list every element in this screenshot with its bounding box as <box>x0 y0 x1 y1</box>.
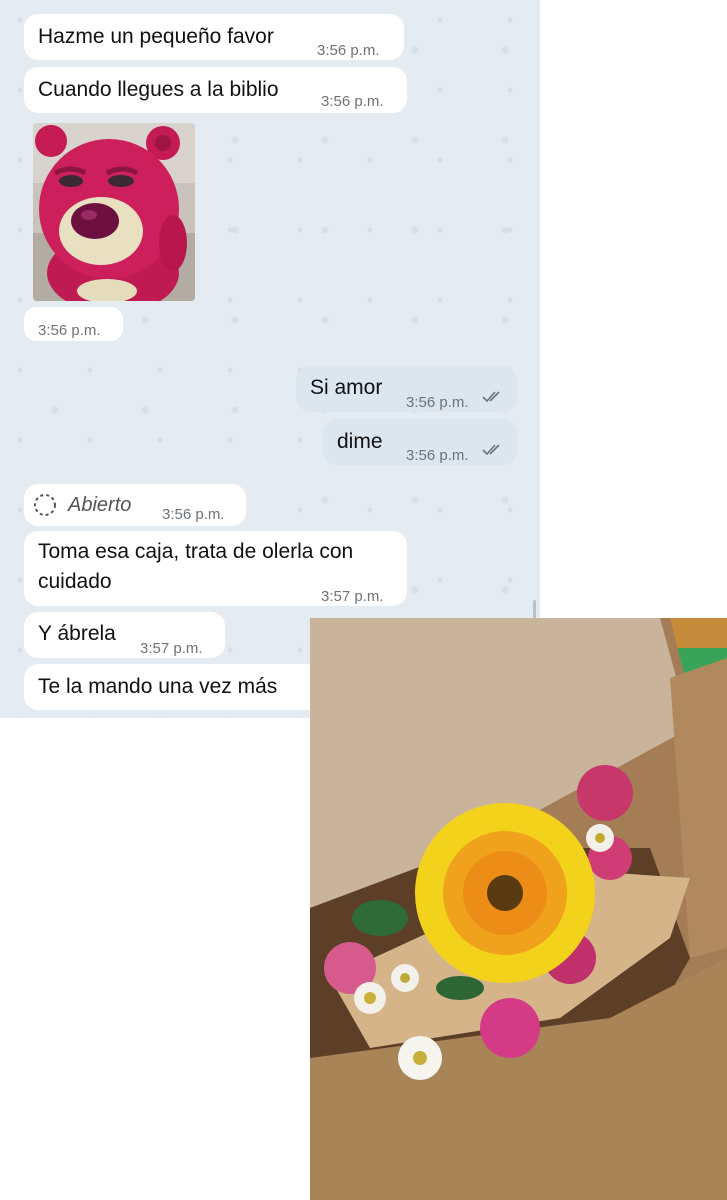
message-text: Hazme un pequeño favor <box>38 25 274 48</box>
flower-box-photo <box>310 618 727 1200</box>
double-check-icon <box>482 444 500 456</box>
message-time: 3:57 p.m. <box>140 640 203 657</box>
bear-sticker-image <box>33 123 195 301</box>
message-text: Te la mando una vez más <box>38 675 278 698</box>
message-time: 3:56 p.m. <box>406 447 469 464</box>
double-check-icon <box>482 391 500 403</box>
message-text: Si amor <box>310 376 383 399</box>
message-time: 3:56 p.m. <box>38 322 101 339</box>
message-text: Cuando llegues a la biblio <box>38 78 279 101</box>
incoming-message[interactable]: Te la mando una vez más <box>24 664 324 710</box>
sticker-time-badge: 3:56 p.m. <box>24 307 123 341</box>
view-once-message[interactable]: Abierto 3:56 p.m. <box>24 484 246 526</box>
message-text-line-2: cuidado <box>38 570 112 593</box>
sunflower <box>415 803 595 983</box>
incoming-message[interactable]: Y ábrela 3:57 p.m. <box>24 612 225 658</box>
message-text: Y ábrela <box>38 622 116 645</box>
flower-box-image <box>310 618 727 1200</box>
message-time: 3:56 p.m. <box>317 42 380 59</box>
incoming-message[interactable]: Cuando llegues a la biblio 3:56 p.m. <box>24 67 407 113</box>
message-time: 3:57 p.m. <box>321 588 384 605</box>
view-once-opened-icon <box>34 494 56 516</box>
outgoing-message[interactable]: Si amor 3:56 p.m. <box>296 366 517 412</box>
chat-background: Hazme un pequeño favor 3:56 p.m. Cuando … <box>0 0 540 718</box>
lotso-bear-sticker[interactable] <box>33 123 195 301</box>
outgoing-message[interactable]: dime 3:56 p.m. <box>323 419 517 465</box>
incoming-message[interactable]: Toma esa caja, trata de olerla con cuida… <box>24 531 407 606</box>
message-time: 3:56 p.m. <box>162 506 225 523</box>
message-time: 3:56 p.m. <box>406 394 469 411</box>
message-text-line-1: Toma esa caja, trata de olerla con <box>38 540 354 563</box>
message-time: 3:56 p.m. <box>321 93 384 110</box>
message-text: Abierto <box>68 494 132 516</box>
message-text: dime <box>337 430 383 453</box>
incoming-message[interactable]: Hazme un pequeño favor 3:56 p.m. <box>24 14 404 60</box>
